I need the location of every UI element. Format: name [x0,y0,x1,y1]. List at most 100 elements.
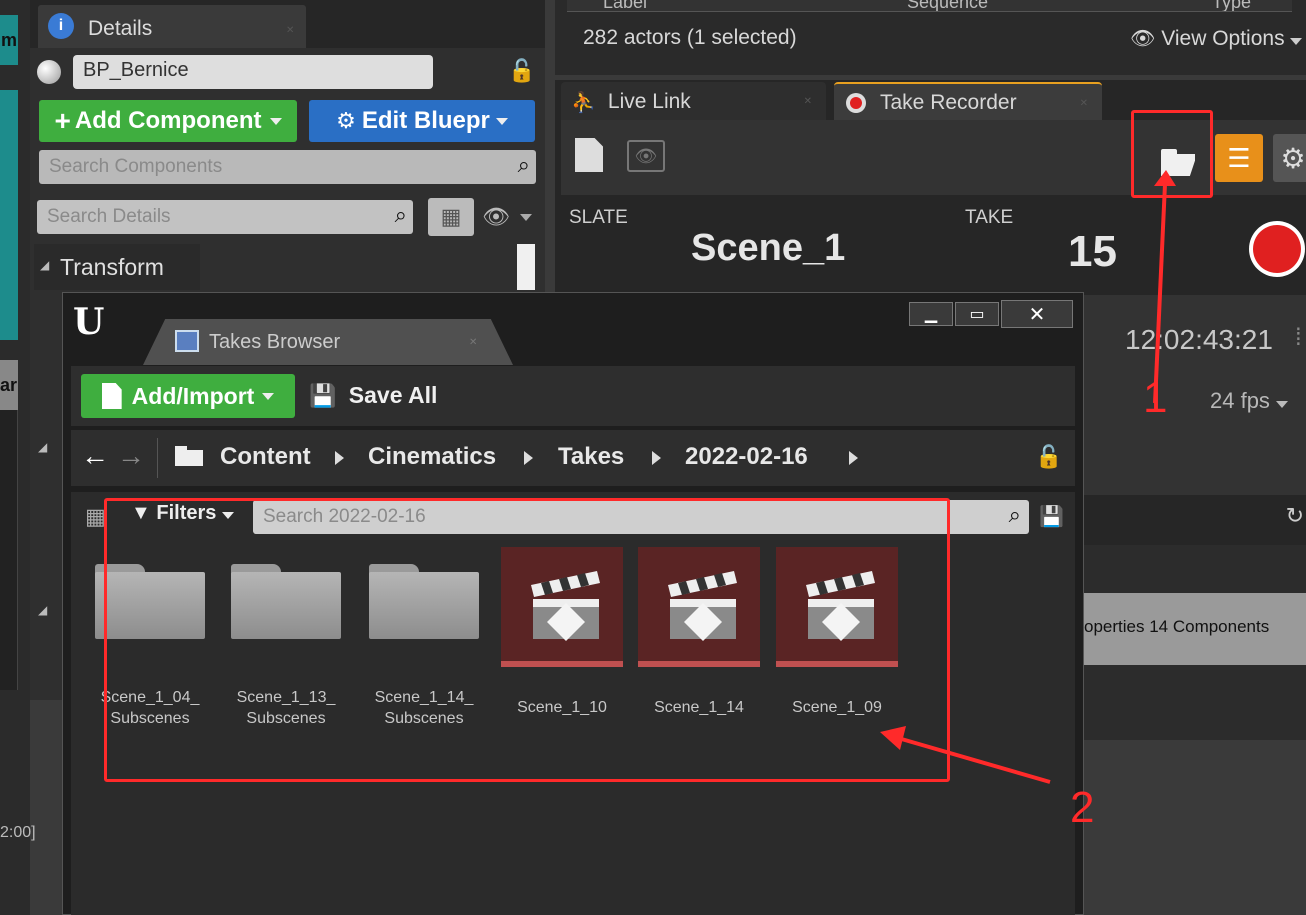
chevron-down-icon [495,117,508,125]
unreal-logo-icon: U [73,301,105,343]
gears-icon: ⚙ [336,108,356,133]
edit-blueprint-label: Edit Bluepr [361,107,490,134]
search-components-input[interactable]: Search Components ⌕ [39,150,536,184]
refresh-icon[interactable]: ↻ [1286,503,1304,529]
search-icon: ⌕ [517,152,530,177]
editor-window: m ar 2:00] i Details ✕ BP_Bernice 🔓 + Ad… [0,0,1306,915]
record-tab-icon [846,93,866,113]
fps-dropdown[interactable]: 24 fps [1210,388,1289,414]
chevron-down-icon[interactable] [520,214,532,221]
column-header[interactable]: Type [1212,0,1251,11]
edit-blueprint-button[interactable]: ⚙ Edit Bluepr [309,100,535,142]
chevron-down-icon [1276,401,1289,408]
actor-name-field[interactable]: BP_Bernice [73,55,433,89]
breadcrumb-item[interactable]: Content [220,443,311,471]
takes-browser-tab[interactable]: Takes Browser ✕ [143,319,513,365]
annotation-arrow-2 [897,736,1051,784]
chevron-down-icon [269,117,282,125]
breadcrumb-arrow-icon[interactable] [849,451,858,465]
tab-take-recorder[interactable]: Take Recorder ✕ [834,82,1102,122]
close-icon[interactable]: ✕ [1080,98,1088,109]
search-icon: ⌕ [394,202,407,227]
slate-value[interactable]: Scene_1 [691,227,845,270]
breadcrumb-item[interactable]: Takes [558,443,624,471]
search-details-input[interactable]: Search Details ⌕ [37,200,413,234]
add-import-button[interactable]: Add/Import [81,374,295,418]
search-components-placeholder: Search Components [49,156,223,177]
timecode-options-icon[interactable]: ⁞ [1295,324,1302,352]
takes-browser-tab-label: Takes Browser [209,331,341,353]
breadcrumb-item[interactable]: 2022-02-16 [685,443,808,471]
tab-live-link[interactable]: ⛹ Live Link ✕ [561,82,826,122]
annotation-arrow-1 [1153,183,1167,404]
annotation-marker-2: 2 [1070,783,1095,832]
details-tab[interactable]: i Details ✕ [38,5,306,48]
breadcrumb-item[interactable]: Cinematics [368,443,496,471]
breadcrumb-arrow-icon[interactable] [652,451,661,465]
close-icon[interactable]: ✕ [469,337,477,348]
arrow-head-icon [880,726,906,750]
tab-label: Live Link [607,90,691,113]
chevron-down-icon [262,392,275,400]
save-all-button[interactable]: 💾 Save All [309,382,437,409]
outliner-header: Label Sequence Type [567,0,1292,12]
breadcrumb-arrow-icon[interactable] [524,451,533,465]
add-component-button[interactable]: + Add Component [39,100,297,142]
chevron-down-icon [1290,38,1303,45]
sources-toggle-icon[interactable]: ▦ [85,504,106,530]
actor-sphere-icon [37,60,61,84]
save-icon: 💾 [309,383,337,408]
timeline-time: 2:00] [0,824,36,841]
fps-value: 24 fps [1210,388,1270,413]
annotation-box-2 [104,498,950,782]
outliner-footer: Label Sequence Type 282 actors (1 select… [555,0,1306,75]
lock-icon[interactable]: 🔓 [508,58,535,84]
viewport-letter: ar [0,375,18,395]
search-details-placeholder: Search Details [47,206,171,227]
live-link-icon: ⛹ [571,91,596,114]
viewport-fragment [0,90,18,340]
breadcrumb-arrow-icon[interactable] [335,451,344,465]
scrollbar-thumb[interactable] [517,244,535,290]
transform-category[interactable]: ◢ Transform [34,244,200,290]
info-icon: i [48,13,74,39]
tab-label: Take Recorder [880,91,1017,114]
add-import-label: Add/Import [131,382,255,409]
forward-arrow-icon[interactable]: → [117,440,145,472]
details-tab-label: Details [88,17,153,40]
column-header[interactable]: Label [603,0,647,11]
annotation-arrows [880,170,1176,784]
new-file-icon [101,383,122,409]
save-all-label: Save All [348,382,438,408]
eye-icon[interactable]: 👁 [482,204,510,230]
back-arrow-icon[interactable]: ← [81,440,109,472]
column-header[interactable]: Sequence [907,0,988,11]
take-list-icon[interactable]: ☰ [1215,134,1263,182]
annotation-marker-1: 1 [1143,373,1168,422]
transform-label: Transform [60,254,164,280]
collapse-arrow-icon[interactable]: ◢ [38,603,47,617]
settings-gear-icon[interactable]: ⚙ [1273,134,1306,182]
record-button[interactable] [1249,221,1305,277]
collapse-arrow-icon[interactable]: ◢ [38,440,47,454]
slate-label: SLATE [569,207,628,228]
track-list [0,410,18,690]
close-icon[interactable]: ✕ [286,25,294,36]
record-icon [1253,225,1301,273]
takes-browser-icon [175,330,199,352]
folder-icon [175,446,205,468]
arrow-head-icon [1154,170,1176,186]
new-document-icon[interactable] [575,138,603,172]
property-matrix-icon[interactable]: ▦ [428,198,474,236]
left-viewport-strip: m ar 2:00] [0,0,36,915]
view-options-label: View Options [1161,27,1285,50]
plus-icon: + [54,105,71,136]
view-options-button[interactable]: 👁 View Options [1130,26,1303,51]
sequence-review-icon[interactable]: 👁 [627,140,665,172]
collapse-arrow-icon: ◢ [40,258,50,272]
add-component-label: Add Component [74,107,262,134]
path-divider [157,438,158,478]
viewport-letter: m [1,30,18,50]
eye-icon: 👁 [1130,28,1156,50]
close-icon[interactable]: ✕ [804,96,812,107]
